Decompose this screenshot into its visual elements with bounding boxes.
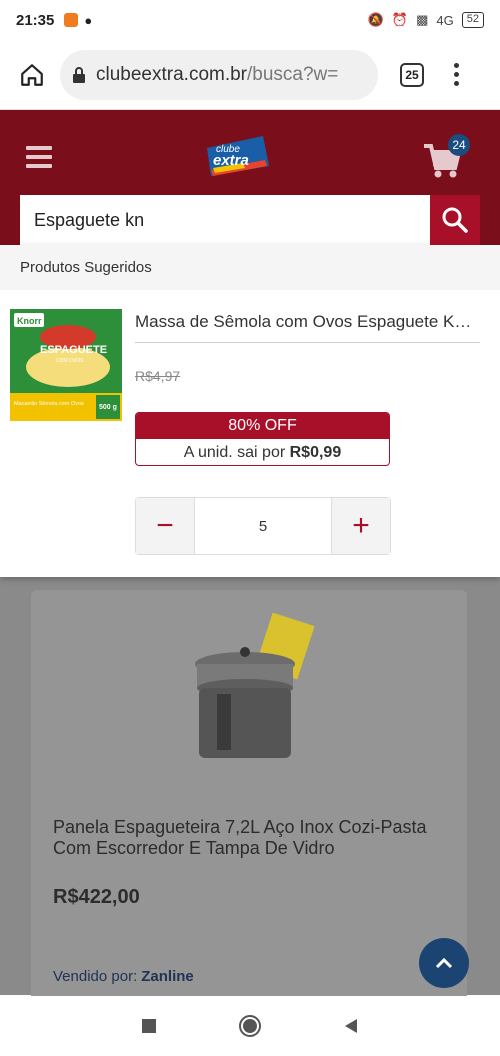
url-path: /busca?w= xyxy=(247,63,339,85)
clube-extra-logo[interactable]: clube extra xyxy=(203,130,273,180)
suggestions-title: Produtos Sugeridos xyxy=(0,245,500,290)
back-button[interactable] xyxy=(342,1017,360,1035)
app-notification-icon xyxy=(64,13,79,27)
discount-badge: 80% OFF A unid. sai por R$0,99 xyxy=(135,412,390,466)
browser-toolbar: clubeextra.com.br/busca?w= 25 xyxy=(0,40,500,110)
product-price: R$422,00 xyxy=(53,886,140,908)
site-header: clube extra 24 xyxy=(0,110,500,245)
suggestion-old-price: R$4,97 xyxy=(135,368,181,384)
unit-price: R$0,99 xyxy=(289,444,342,461)
logo-main-text: extra xyxy=(213,152,249,169)
chevron-up-icon xyxy=(435,957,453,969)
image-weight: 500 g xyxy=(99,404,117,411)
network-label: 4G xyxy=(436,12,454,28)
discount-percent: 80% OFF xyxy=(136,413,389,439)
product-seller: Vendido por: Zanline xyxy=(53,968,194,985)
cart-button[interactable]: 24 xyxy=(422,134,472,180)
battery-icon: 52 xyxy=(461,12,484,28)
product-card-content[interactable]: Panela Espagueteira 7,2L Aço Inox Cozi-P… xyxy=(31,590,467,1010)
url-domain: clubeextra.com.br xyxy=(96,63,248,85)
search-bar xyxy=(20,195,480,245)
image-label: ESPAGUETE xyxy=(40,344,107,356)
search-button[interactable] xyxy=(430,195,480,245)
suggestion-product-image[interactable]: Knorr ESPAGUETE COM OVOS Macarrão Sêmola… xyxy=(10,309,122,421)
decrease-quantity-button[interactable]: − xyxy=(136,498,194,554)
suggestions-dropdown: Produtos Sugeridos Knorr ESPAGUETE COM O… xyxy=(0,245,500,577)
cart-count-badge: 24 xyxy=(448,134,470,156)
chat-notification-icon: ● xyxy=(84,12,93,28)
lock-icon xyxy=(73,66,85,83)
status-time: 21:35 xyxy=(16,11,55,29)
tab-switcher-button[interactable]: 25 xyxy=(400,62,424,87)
search-input[interactable] xyxy=(20,195,430,245)
quantity-value[interactable]: 5 xyxy=(194,498,332,554)
search-icon xyxy=(442,207,468,233)
product-image xyxy=(195,612,315,758)
suggestion-product-name[interactable]: Massa de Sêmola com Ovos Espaguete Knorr… xyxy=(135,312,480,343)
recents-button[interactable] xyxy=(140,1017,158,1035)
status-bar: 21:35 ● 🔕 ⏰ ▩ 4G 52 xyxy=(0,0,500,40)
seller-name[interactable]: Zanline xyxy=(141,968,194,985)
image-sub: COM OVOS xyxy=(56,358,84,364)
system-nav-bar xyxy=(0,996,500,1056)
alarm-icon: ⏰ xyxy=(391,12,409,27)
seller-label: Vendido por: xyxy=(53,968,138,985)
suggestion-item[interactable]: Knorr ESPAGUETE COM OVOS Macarrão Sêmola… xyxy=(0,290,500,577)
menu-icon[interactable] xyxy=(26,146,52,173)
quantity-stepper: − 5 + xyxy=(135,497,391,555)
home-icon xyxy=(21,63,43,86)
increase-quantity-button[interactable]: + xyxy=(332,498,390,554)
image-brand: Knorr xyxy=(17,316,42,326)
unit-price-label: A unid. sai por xyxy=(183,444,286,461)
signal-icon: ▩ xyxy=(416,12,429,27)
home-nav-button[interactable] xyxy=(238,1014,262,1038)
home-button[interactable] xyxy=(12,55,52,95)
product-title[interactable]: Panela Espagueteira 7,2L Aço Inox Cozi-P… xyxy=(53,817,443,859)
scroll-top-button[interactable] xyxy=(419,938,469,988)
image-caption: Macarrão Sêmola com Ovos xyxy=(14,401,84,407)
mute-icon: 🔕 xyxy=(367,12,384,27)
browser-menu-button[interactable] xyxy=(446,63,466,86)
address-bar[interactable]: clubeextra.com.br/busca?w= xyxy=(60,49,378,100)
